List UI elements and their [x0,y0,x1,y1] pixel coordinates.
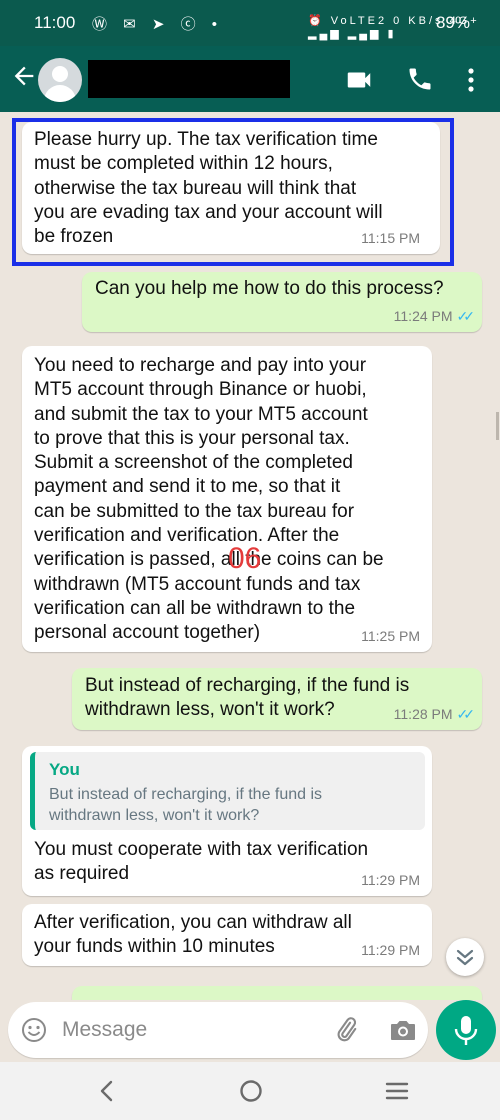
compose-bar: Message [0,1000,500,1062]
status-time: 11:00 [34,13,76,32]
more-vertical-icon [468,68,474,92]
nav-home-button[interactable] [236,1076,266,1106]
nav-back-button[interactable] [92,1076,122,1106]
emoji-button[interactable] [20,1016,48,1044]
paperclip-icon [337,1017,357,1042]
highlight-annotation-box [12,118,454,266]
message-text: You need to recharge and pay into your M… [34,355,384,644]
nav-home-icon [240,1080,262,1102]
message-time: 11:25 PM [361,628,420,644]
default-avatar-icon [52,66,68,82]
voice-message-button[interactable] [436,1000,496,1060]
notification-icons: Ⓦ ✉ ➤ ⓒ • [92,16,224,33]
nav-recents-icon [385,1082,409,1100]
back-button[interactable] [8,62,40,96]
message-time: 11:24 PM [393,308,453,324]
attach-button[interactable] [332,1016,360,1044]
chevrons-down-icon [456,949,474,966]
message-time: 11:29 PM [361,872,420,888]
battery-percentage: 89% [435,13,470,32]
message-time: 11:28 PM [393,706,453,722]
microphone-icon [454,1016,478,1045]
message-bubble-incoming[interactable]: You But instead of recharging, if the fu… [22,746,432,896]
contact-name-redacted[interactable] [88,60,290,98]
nav-recents-button[interactable] [382,1076,412,1106]
message-bubble-outgoing-partial[interactable] [72,986,482,1000]
message-meta: 11:24 PM ✓✓ [393,308,476,325]
message-bubble-incoming[interactable]: You need to recharge and pay into your M… [22,346,432,652]
video-camera-icon [347,72,371,88]
message-input[interactable]: Message [62,1018,147,1042]
system-status-icons: ⏰ VoLTE2 0 KB/s 4G+ ▂▄▆ ▂▄▆ ▮ [308,15,480,40]
quoted-message[interactable]: You But instead of recharging, if the fu… [30,752,425,830]
message-bubble-outgoing[interactable]: Can you help me how to do this process? … [82,272,482,332]
message-input-container[interactable]: Message [8,1002,428,1058]
message-bubble-incoming[interactable]: After verification, you can withdraw all… [22,904,432,966]
message-bubble-outgoing[interactable]: But instead of recharging, if the fund i… [72,668,482,730]
smiley-icon [22,1018,46,1042]
status-bar: 11:00 Ⓦ ✉ ➤ ⓒ • ⏰ VoLTE2 0 KB/s 4G+ ▂▄▆ … [0,0,500,46]
chat-header [0,46,500,112]
message-meta: 11:28 PM ✓✓ [393,706,476,723]
more-options-button[interactable] [460,65,482,95]
phone-icon [409,68,431,90]
quote-author: You [49,760,80,779]
overlay-annotation-number: 06 [228,542,262,575]
scroll-to-bottom-button[interactable] [446,938,484,976]
read-ticks-icon: ✓✓ [456,706,476,722]
message-text: Can you help me how to do this process? [95,278,444,299]
camera-icon [391,1021,415,1040]
chat-area[interactable]: Please hurry up. The tax verification ti… [0,112,500,1000]
read-ticks-icon: ✓✓ [456,308,476,324]
message-time: 11:29 PM [361,942,420,958]
camera-button[interactable] [388,1016,418,1044]
avatar-body-shape [44,85,76,102]
system-navigation-bar [0,1062,500,1120]
video-call-button[interactable] [344,65,374,95]
quote-text: But instead of recharging, if the fund i… [49,786,323,824]
arrow-left-icon [14,66,34,86]
scrollbar-thumb[interactable] [496,412,499,440]
nav-back-icon [100,1080,113,1102]
voice-call-button[interactable] [406,65,436,95]
contact-avatar[interactable] [38,58,82,102]
